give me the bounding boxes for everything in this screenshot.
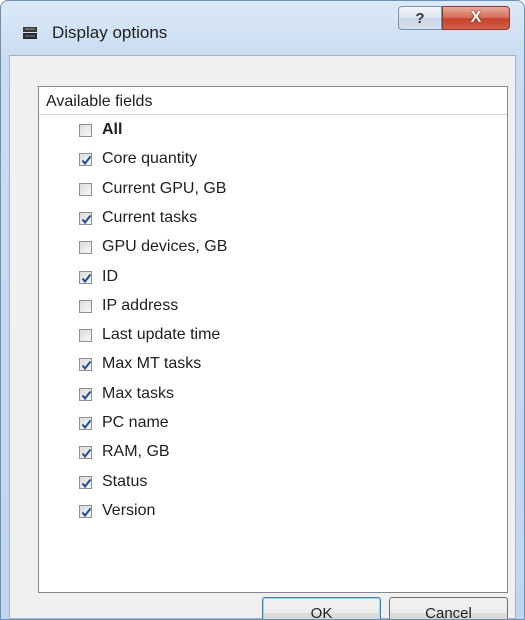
field-item[interactable]: Current GPU, GB	[79, 176, 379, 202]
field-checkbox[interactable]	[79, 270, 92, 284]
field-item[interactable]: Max MT tasks	[79, 351, 379, 377]
dialog-window: Display options ? X Available fields All…	[0, 0, 525, 620]
field-label: IP address	[102, 297, 179, 314]
list-header: Available fields	[39, 87, 507, 115]
field-checkbox[interactable]	[79, 211, 92, 225]
checkmark-icon	[81, 390, 92, 400]
cancel-button[interactable]: Cancel	[389, 597, 508, 619]
ok-button[interactable]: OK	[262, 597, 381, 619]
checkmark-icon	[81, 273, 92, 283]
field-label: Max MT tasks	[102, 355, 202, 372]
field-checkbox[interactable]	[79, 123, 92, 137]
field-checkbox[interactable]	[79, 475, 92, 489]
checkmark-icon	[81, 448, 92, 458]
field-label: Status	[102, 473, 148, 490]
field-label: Version	[102, 502, 156, 519]
field-label: Core quantity	[102, 150, 198, 167]
field-item[interactable]: IP address	[79, 293, 379, 319]
checkmark-icon	[81, 507, 92, 517]
checkmark-icon	[81, 155, 92, 165]
help-button[interactable]: ?	[398, 6, 442, 30]
dialog-client-area: Available fields All Core quantity Current…	[9, 55, 516, 619]
field-item[interactable]: PC name	[79, 410, 379, 436]
title-bar[interactable]: Display options ? X	[1, 1, 524, 55]
field-checkbox[interactable]	[79, 445, 92, 459]
field-item[interactable]: Current tasks	[79, 205, 379, 231]
checkmark-icon	[81, 419, 92, 429]
field-checkbox[interactable]	[79, 299, 92, 313]
field-label: Last update time	[102, 326, 221, 343]
field-checkbox[interactable]	[79, 182, 92, 196]
field-item[interactable]: Core quantity	[79, 146, 379, 172]
field-label: GPU devices, GB	[102, 238, 228, 255]
close-button[interactable]: X	[442, 6, 510, 30]
checkmark-icon	[81, 478, 92, 488]
field-label: Current GPU, GB	[102, 180, 227, 197]
field-checkbox[interactable]	[79, 387, 92, 401]
field-checkbox[interactable]	[79, 357, 92, 371]
field-label: Current tasks	[102, 209, 198, 226]
close-icon: X	[470, 9, 482, 26]
field-label: ID	[102, 268, 118, 285]
window-title: Display options	[52, 23, 168, 42]
checkmark-icon	[81, 360, 92, 370]
field-item[interactable]: Version	[79, 498, 379, 524]
field-label: Max tasks	[102, 385, 175, 402]
field-item[interactable]: All	[79, 117, 379, 143]
field-checkbox[interactable]	[79, 504, 92, 518]
field-item[interactable]: GPU devices, GB	[79, 234, 379, 260]
field-checkbox[interactable]	[79, 328, 92, 342]
app-icon	[22, 26, 38, 40]
help-icon: ?	[415, 9, 425, 27]
field-label: RAM, GB	[102, 443, 170, 460]
checkmark-icon	[81, 214, 92, 224]
field-item[interactable]: Status	[79, 469, 379, 495]
field-item[interactable]: RAM, GB	[79, 439, 379, 465]
field-item[interactable]: Last update time	[79, 322, 379, 348]
field-item[interactable]: ID	[79, 264, 379, 290]
fields-list: Available fields All Core quantity Current…	[38, 86, 508, 593]
field-checkbox[interactable]	[79, 240, 92, 254]
field-item[interactable]: Max tasks	[79, 381, 379, 407]
field-label: PC name	[102, 414, 169, 431]
field-checkbox[interactable]	[79, 416, 92, 430]
field-label: All	[102, 121, 123, 138]
field-checkbox[interactable]	[79, 152, 92, 166]
